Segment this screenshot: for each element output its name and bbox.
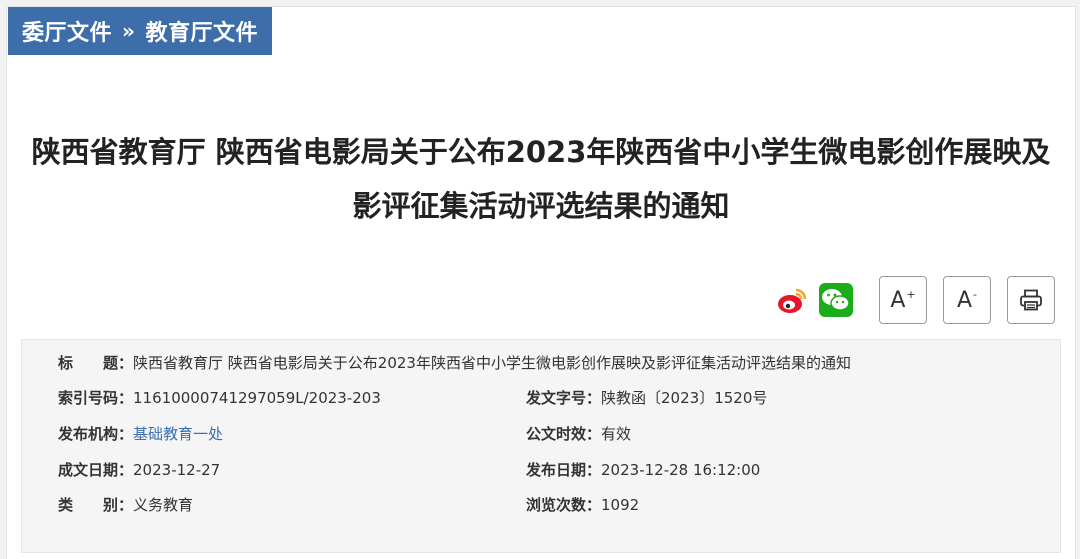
- index-label: 索引号码：: [58, 389, 134, 407]
- page-title: 陕西省教育厅 陕西省电影局关于公布2023年陕西省中小学生微电影创作展映及 影评…: [7, 125, 1075, 233]
- wechat-icon[interactable]: [819, 283, 853, 317]
- info-row-views: 浏览次数：1092: [526, 494, 639, 515]
- org-label: 发布机构：: [58, 425, 134, 443]
- info-row-validity: 公文时效：有效: [526, 423, 631, 444]
- page-title-line-1: 陕西省教育厅 陕西省电影局关于公布2023年陕西省中小学生微电影创作展映及: [31, 135, 1051, 169]
- weibo-icon[interactable]: [775, 283, 809, 317]
- title-label: 标 题：: [58, 354, 134, 372]
- info-row-created: 成文日期：2023-12-27: [58, 459, 220, 480]
- breadcrumb-item-education-files[interactable]: 教育厅文件: [145, 15, 258, 47]
- created-label: 成文日期：: [58, 461, 134, 479]
- info-row-index: 索引号码：11610000741297059L/2023-203: [58, 387, 381, 408]
- font-increase-sup: +: [906, 287, 916, 301]
- breadcrumb: 委厅文件 » 教育厅文件: [8, 7, 272, 55]
- org-link[interactable]: 基础教育一处: [133, 425, 223, 443]
- print-button[interactable]: [1007, 276, 1055, 324]
- category-value: 义务教育: [133, 496, 194, 514]
- info-row-category: 类 别：义务教育: [58, 494, 193, 515]
- info-row-docno: 发文字号：陕教函〔2023〕1520号: [526, 387, 767, 408]
- validity-value: 有效: [601, 425, 632, 443]
- font-decrease-label: A: [956, 287, 973, 313]
- title-value: 陕西省教育厅 陕西省电影局关于公布2023年陕西省中小学生微电影创作展映及影评征…: [133, 354, 851, 372]
- document-info-panel: 标 题：陕西省教育厅 陕西省电影局关于公布2023年陕西省中小学生微电影创作展映…: [21, 339, 1061, 553]
- published-value: 2023-12-28 16:12:00: [601, 461, 761, 479]
- docno-label: 发文字号：: [526, 389, 602, 407]
- info-row-published: 发布日期：2023-12-28 16:12:00: [526, 459, 760, 480]
- views-label: 浏览次数：: [526, 496, 602, 514]
- font-increase-label: A: [890, 287, 906, 313]
- font-increase-button[interactable]: A +: [879, 276, 927, 324]
- article-toolbar: A + A-: [775, 275, 1055, 325]
- validity-label: 公文时效：: [526, 425, 602, 443]
- breadcrumb-separator: »: [122, 19, 136, 43]
- docno-value: 陕教函〔2023〕1520号: [601, 389, 768, 407]
- breadcrumb-item-committee-files[interactable]: 委厅文件: [22, 15, 112, 47]
- info-row-title: 标 题：陕西省教育厅 陕西省电影局关于公布2023年陕西省中小学生微电影创作展映…: [58, 352, 851, 373]
- index-value: 11610000741297059L/2023-203: [133, 389, 381, 407]
- info-row-org: 发布机构：基础教育一处: [58, 423, 223, 444]
- category-label: 类 别：: [58, 496, 134, 514]
- article-page: 委厅文件 » 教育厅文件 陕西省教育厅 陕西省电影局关于公布2023年陕西省中小…: [6, 6, 1076, 559]
- font-decrease-sup: -: [973, 287, 978, 301]
- page-title-line-2: 影评征集活动评选结果的通知: [352, 189, 730, 223]
- created-value: 2023-12-27: [133, 461, 221, 479]
- printer-icon: [1020, 289, 1042, 311]
- views-value: 1092: [601, 496, 640, 514]
- font-decrease-button[interactable]: A-: [943, 276, 991, 324]
- published-label: 发布日期：: [526, 461, 602, 479]
